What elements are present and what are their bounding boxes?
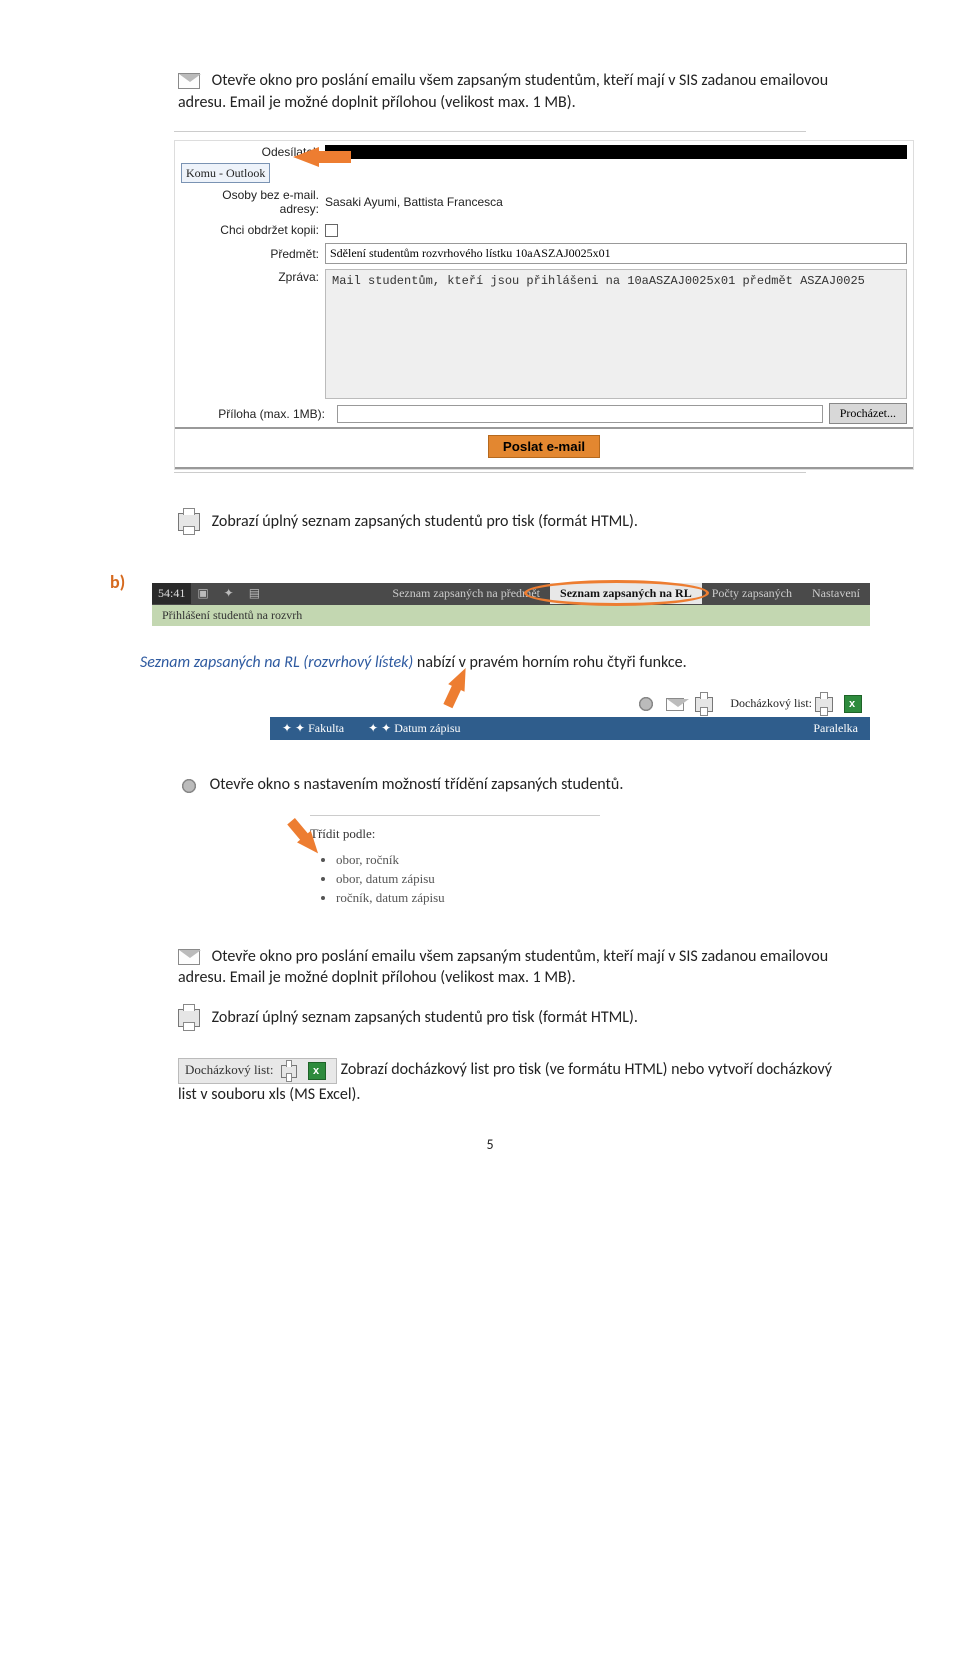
mini-icons: ▣ ✦ ▤: [191, 583, 272, 604]
col-paralelka[interactable]: Paralelka: [801, 717, 870, 740]
print-icon[interactable]: [281, 1065, 297, 1078]
bullet-b: b): [110, 567, 152, 593]
doch-label: Docházkový list:: [185, 1062, 273, 1077]
envelope-icon[interactable]: [666, 698, 684, 711]
print-icon[interactable]: [695, 697, 713, 712]
print-paragraph-1: Zobrazí úplný seznam zapsaných studentů …: [178, 511, 850, 533]
text: Otevře okno pro poslání emailu všem zaps…: [178, 947, 828, 988]
sort-opt-2[interactable]: obor, datum zápisu: [336, 871, 600, 887]
sort-options: Třídit podle: obor, ročník obor, datum z…: [310, 815, 600, 906]
label-msg: Zpráva:: [175, 267, 325, 287]
col-fakulta[interactable]: ✦ ✦ Fakulta: [270, 717, 356, 740]
print-paragraph-2: Zobrazí úplný seznam zapsaných studentů …: [178, 1007, 850, 1029]
email-form: Odesílatel: Komu - Outlook Osoby bez e-m…: [174, 140, 914, 470]
cc-checkbox[interactable]: [325, 224, 338, 237]
doch-label-inline: Docházkový list:: [730, 696, 812, 710]
browse-button[interactable]: Procházet...: [829, 403, 907, 424]
send-button[interactable]: Poslat e-mail: [488, 435, 600, 458]
tab-nastaveni[interactable]: Nastavení: [802, 583, 870, 604]
timer: 54:41: [152, 583, 191, 604]
tab-bar: 54:41 ▣ ✦ ▤ Seznam zapsaných na předmět …: [152, 583, 870, 605]
label-subject: Předmět:: [175, 244, 325, 264]
redacted-sender: [325, 145, 907, 159]
column-header-bar: ✦ ✦ Fakulta ✦ ✦ Datum zápisu Paralelka: [270, 717, 870, 740]
print-icon: [178, 1009, 200, 1027]
doch-paragraph: Docházkový list: Zobrazí docházkový list…: [178, 1058, 850, 1106]
noemail-value: Sasaki Ayumi, Battista Francesca: [325, 193, 913, 211]
gear-icon: [178, 775, 200, 797]
pointer-arrow-tail: [317, 151, 351, 163]
text: Otevře okno pro poslání emailu všem zaps…: [178, 71, 828, 112]
highlight-oval-icon: [524, 580, 709, 606]
intro-paragraph-2: Otevře okno pro poslání emailu všem zaps…: [178, 946, 850, 989]
subject-input[interactable]: [325, 243, 907, 264]
text: Otevře okno s nastavením možností tříděn…: [206, 775, 623, 794]
page-number: 5: [110, 1136, 870, 1153]
pointer-arrow-icon: [293, 147, 319, 167]
blue-italic-part: Seznam zapsaných na RL (rozvrhový lístek…: [140, 653, 417, 672]
sort-opt-1[interactable]: obor, ročník: [336, 852, 600, 868]
label-noemail: Osoby bez e-mail. adresy:: [175, 185, 325, 219]
blue-sentence: Seznam zapsaných na RL (rozvrhový lístek…: [140, 652, 870, 674]
text: Zobrazí úplný seznam zapsaných studentů …: [208, 512, 638, 531]
print-icon: [178, 513, 200, 531]
tab-pocty[interactable]: Počty zapsaných: [702, 583, 802, 604]
gear-icon[interactable]: [635, 693, 657, 715]
sort-opt-3[interactable]: ročník, datum zápisu: [336, 890, 600, 906]
intro-paragraph-1: Otevře okno pro poslání emailu všem zaps…: [178, 70, 850, 113]
print-icon-2[interactable]: [815, 697, 833, 712]
envelope-icon: [178, 73, 200, 89]
tab-subtitle: Přihlášení studentů na rozvrh: [152, 605, 870, 626]
to-select[interactable]: Komu - Outlook: [181, 163, 270, 183]
sort-title: Třídit podle:: [310, 826, 600, 842]
message-textarea[interactable]: Mail studentům, kteří jsou přihlášeni na…: [325, 269, 907, 399]
gear-paragraph: Otevře okno s nastavením možností tříděn…: [178, 774, 850, 796]
icon-row: Docházkový list:: [270, 691, 870, 717]
label-cc: Chci obdržet kopii:: [175, 220, 325, 240]
envelope-icon: [178, 949, 200, 965]
text: Zobrazí úplný seznam zapsaných studentů …: [208, 1008, 638, 1027]
label-attach: Příloha (max. 1MB):: [181, 404, 331, 424]
xls-icon[interactable]: [308, 1062, 326, 1080]
col-datum[interactable]: ✦ ✦ Datum zápisu: [356, 717, 472, 740]
doch-box: Docházkový list:: [178, 1058, 337, 1084]
attach-input[interactable]: [337, 405, 823, 423]
xls-icon[interactable]: [844, 695, 862, 713]
